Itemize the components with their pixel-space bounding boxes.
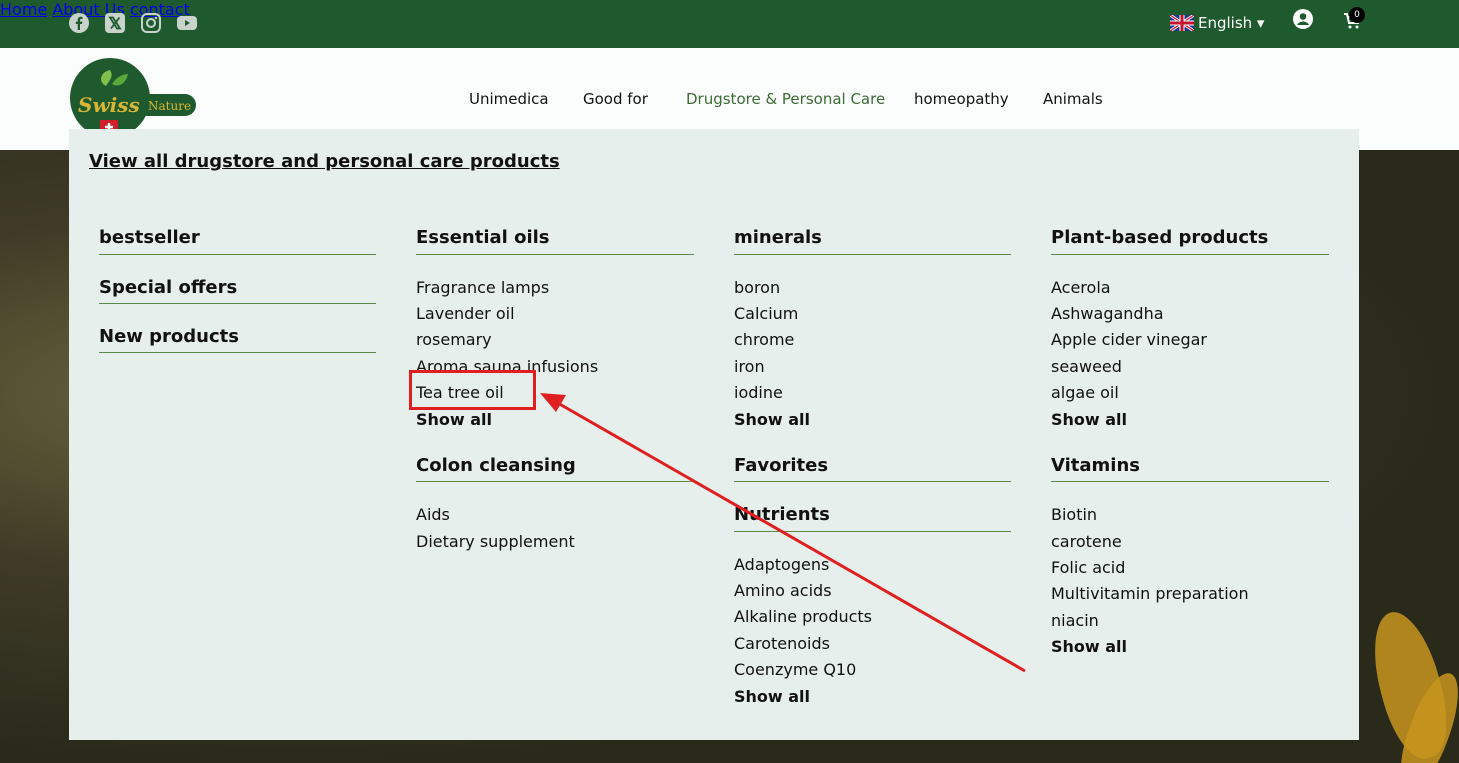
menu-item-ashwagandha[interactable]: Ashwagandha xyxy=(1051,304,1164,323)
menu-bestseller[interactable]: bestseller xyxy=(99,227,200,248)
divider xyxy=(1051,254,1329,255)
cart-count-badge: 0 xyxy=(1349,7,1365,23)
instagram-icon[interactable] xyxy=(140,12,162,34)
nav-home-link[interactable]: Home xyxy=(0,0,47,19)
divider xyxy=(416,254,694,255)
divider xyxy=(734,254,1011,255)
menu-item-dietary-supplement[interactable]: Dietary supplement xyxy=(416,532,575,551)
language-label: English ▾ xyxy=(1198,14,1265,32)
menu-item-boron[interactable]: boron xyxy=(734,278,780,297)
menu-item-apple-cider-vinegar[interactable]: Apple cider vinegar xyxy=(1051,330,1207,349)
uk-flag-icon xyxy=(1170,15,1194,31)
menu-item-carotenoids[interactable]: Carotenoids xyxy=(734,634,830,653)
nav-drugstore-personal-care[interactable]: Drugstore & Personal Care xyxy=(686,90,885,108)
menu-vitamins[interactable]: Vitamins xyxy=(1051,455,1140,476)
nav-animals[interactable]: Animals xyxy=(1043,90,1103,108)
menu-item-alkaline-products[interactable]: Alkaline products xyxy=(734,607,872,626)
swiss-nature-logo[interactable]: Swiss Nature xyxy=(70,58,200,138)
plant-based-show-all[interactable]: Show all xyxy=(1051,410,1127,429)
language-selector[interactable]: English ▾ xyxy=(1170,14,1264,32)
highlight-box xyxy=(409,370,536,410)
top-bar: Home About Us contact English ▾ 0 xyxy=(0,0,1459,48)
minerals-show-all[interactable]: Show all xyxy=(734,410,810,429)
divider xyxy=(734,531,1011,532)
social-links xyxy=(68,12,198,34)
mega-menu-panel xyxy=(69,129,1359,740)
menu-item-seaweed[interactable]: seaweed xyxy=(1051,357,1122,376)
view-all-drugstore-link[interactable]: View all drugstore and personal care pro… xyxy=(89,151,560,172)
divider xyxy=(99,303,376,304)
menu-new-products[interactable]: New products xyxy=(99,326,239,347)
menu-item-niacin[interactable]: niacin xyxy=(1051,611,1099,630)
youtube-icon[interactable] xyxy=(176,12,198,34)
menu-minerals[interactable]: minerals xyxy=(734,227,822,248)
menu-item-folic-acid[interactable]: Folic acid xyxy=(1051,558,1125,577)
nutrients-show-all[interactable]: Show all xyxy=(734,687,810,706)
menu-item-carotene[interactable]: carotene xyxy=(1051,532,1122,551)
menu-item-algae-oil[interactable]: algae oil xyxy=(1051,383,1119,402)
menu-item-fragrance-lamps[interactable]: Fragrance lamps xyxy=(416,278,549,297)
svg-text:Nature: Nature xyxy=(148,99,191,113)
divider xyxy=(99,352,376,353)
menu-essential-oils[interactable]: Essential oils xyxy=(416,227,550,248)
menu-item-biotin[interactable]: Biotin xyxy=(1051,505,1097,524)
divider xyxy=(1051,481,1329,482)
nav-unimedica[interactable]: Unimedica xyxy=(469,90,549,108)
menu-item-acerola[interactable]: Acerola xyxy=(1051,278,1111,297)
menu-special-offers[interactable]: Special offers xyxy=(99,277,237,298)
menu-item-multivitamin-preparation[interactable]: Multivitamin preparation xyxy=(1051,584,1249,603)
nav-good-for[interactable]: Good for xyxy=(583,90,648,108)
menu-plant-based-products[interactable]: Plant-based products xyxy=(1051,227,1268,248)
divider xyxy=(416,481,694,482)
user-account-icon[interactable] xyxy=(1293,9,1313,29)
menu-nutrients[interactable]: Nutrients xyxy=(734,504,830,525)
menu-item-aids[interactable]: Aids xyxy=(416,505,450,524)
menu-favorites[interactable]: Favorites xyxy=(734,455,828,476)
menu-item-rosemary[interactable]: rosemary xyxy=(416,330,492,349)
nav-homeopathy[interactable]: homeopathy xyxy=(914,90,1009,108)
menu-item-chrome[interactable]: chrome xyxy=(734,330,794,349)
svg-text:Swiss: Swiss xyxy=(78,93,140,117)
divider xyxy=(734,481,1011,482)
facebook-icon[interactable] xyxy=(68,12,90,34)
vitamins-show-all[interactable]: Show all xyxy=(1051,637,1127,656)
menu-item-iodine[interactable]: iodine xyxy=(734,383,783,402)
divider xyxy=(99,254,376,255)
x-twitter-icon[interactable] xyxy=(104,12,126,34)
menu-item-calcium[interactable]: Calcium xyxy=(734,304,798,323)
menu-item-amino-acids[interactable]: Amino acids xyxy=(734,581,832,600)
menu-item-iron[interactable]: iron xyxy=(734,357,765,376)
menu-colon-cleansing[interactable]: Colon cleansing xyxy=(416,455,576,476)
menu-item-lavender-oil[interactable]: Lavender oil xyxy=(416,304,515,323)
menu-item-coenzyme-q10[interactable]: Coenzyme Q10 xyxy=(734,660,856,679)
essential-oils-show-all[interactable]: Show all xyxy=(416,410,492,429)
menu-item-adaptogens[interactable]: Adaptogens xyxy=(734,555,829,574)
